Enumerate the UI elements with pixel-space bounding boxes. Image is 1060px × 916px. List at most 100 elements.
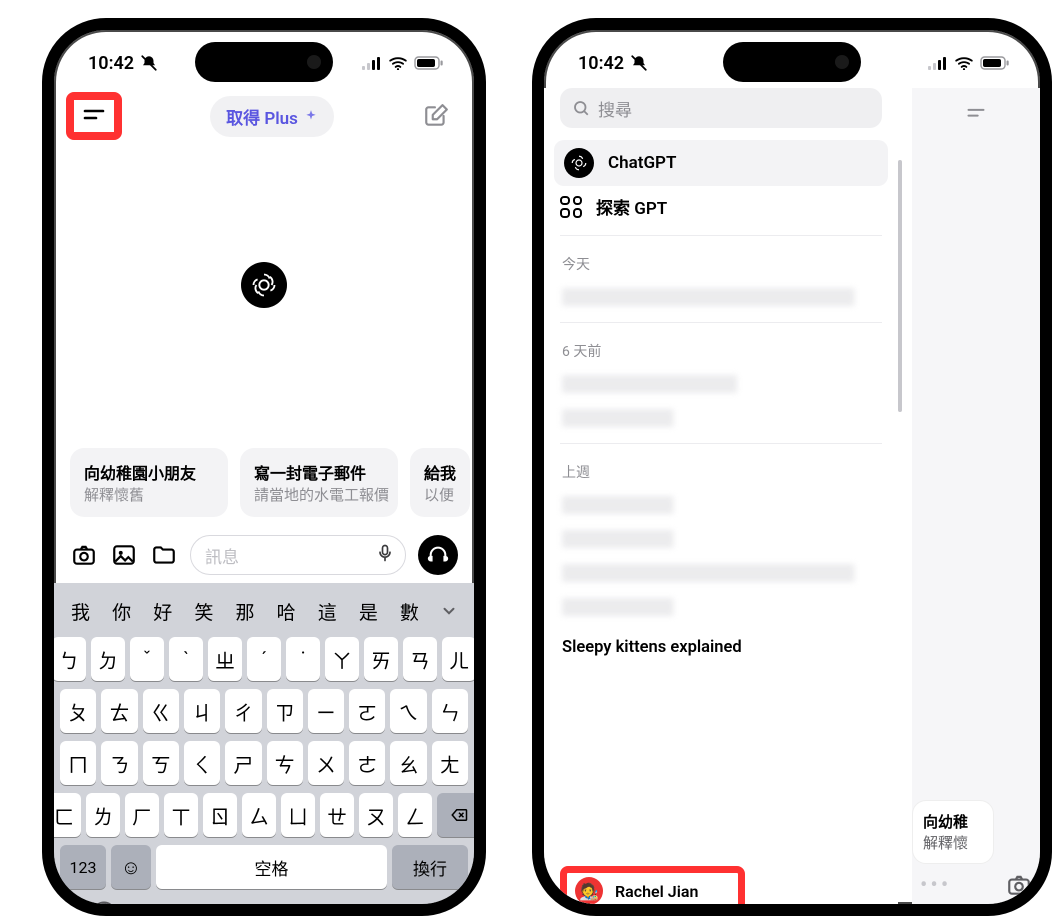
keyboard-key[interactable]: ㄊ — [101, 689, 137, 733]
voice-chat-button[interactable] — [418, 535, 458, 575]
prediction-bar: 我 你 好 笑 那 哈 這 是 數 — [58, 589, 470, 633]
keyboard-key[interactable]: ㄥ — [398, 793, 432, 837]
history-item-redacted[interactable] — [562, 530, 880, 548]
history-item-redacted[interactable] — [562, 375, 880, 393]
keyboard-key[interactable]: ㄌ — [86, 793, 120, 837]
keyboard-key[interactable]: ˙ — [286, 637, 320, 681]
keyboard-key[interactable]: ㄦ — [442, 637, 476, 681]
history-item-redacted[interactable] — [562, 598, 880, 616]
sidebar-item-explore-gpt[interactable]: 探索 GPT — [544, 186, 898, 227]
keyboard-key[interactable]: ˊ — [247, 637, 281, 681]
space-key[interactable]: 空格 — [156, 845, 387, 889]
keyboard-key[interactable]: ㄕ — [225, 741, 261, 785]
prediction-key[interactable]: 那 — [224, 598, 265, 625]
return-key[interactable]: 換行 — [392, 845, 468, 889]
keyboard-key[interactable]: ˋ — [169, 637, 203, 681]
search-input[interactable]: 搜尋 — [560, 88, 882, 128]
prediction-key[interactable]: 哈 — [266, 598, 307, 625]
prediction-key[interactable]: 你 — [101, 598, 142, 625]
keyboard-key[interactable]: ㄩ — [281, 793, 315, 837]
keyboard-key[interactable]: ㄔ — [225, 689, 261, 733]
keyboard-key[interactable]: ㄚ — [325, 637, 359, 681]
keyboard-key[interactable]: ㄑ — [184, 741, 220, 785]
more-icon[interactable]: ••• — [920, 873, 951, 898]
sidebar-item-chatgpt[interactable]: ChatGPT — [554, 140, 888, 186]
keyboard-key[interactable]: ㄆ — [60, 689, 96, 733]
suggestion-card[interactable]: 向幼稚園小朋友 解釋懷舊 — [70, 448, 228, 517]
prediction-key[interactable]: 數 — [389, 598, 430, 625]
keyboard-key[interactable]: ㄝ — [320, 793, 354, 837]
history-item-sleepy-kittens[interactable]: Sleepy kittens explained — [544, 632, 898, 667]
history-item-redacted[interactable] — [562, 409, 880, 427]
globe-icon[interactable] — [90, 899, 118, 916]
keyboard-key[interactable]: ㄇ — [60, 741, 96, 785]
keyboard-key[interactable]: ㄧ — [308, 689, 344, 733]
prediction-key[interactable]: 好 — [142, 598, 183, 625]
suggestion-card[interactable]: 給我 以便 — [410, 448, 470, 517]
keyboard-key[interactable]: ㄜ — [349, 741, 385, 785]
prediction-key[interactable]: 是 — [348, 598, 389, 625]
menu-button-highlighted[interactable] — [66, 92, 122, 140]
keyboard-key[interactable]: ㄓ — [208, 637, 242, 681]
keyboard-key[interactable]: ㄠ — [390, 741, 426, 785]
keyboard-key[interactable]: ㄒ — [164, 793, 198, 837]
section-header-today: 今天 — [544, 244, 898, 280]
keyboard-key[interactable]: ㄋ — [101, 741, 137, 785]
message-input[interactable]: 訊息 — [190, 535, 406, 575]
silent-icon — [140, 54, 158, 72]
compose-button[interactable] — [422, 102, 450, 130]
phone-right: 10:42 — [532, 18, 1052, 916]
prediction-key[interactable]: 這 — [307, 598, 348, 625]
prediction-key[interactable]: 笑 — [183, 598, 224, 625]
history-item-redacted[interactable] — [562, 496, 880, 514]
keyboard-key[interactable]: ㄘ — [267, 741, 303, 785]
keyboard-key[interactable]: ㄢ — [403, 637, 437, 681]
profile-button-highlighted[interactable]: 🧑‍🎨 Rachel Jian — [560, 866, 745, 904]
suggestion-card: 向幼稚 解釋懷 — [912, 800, 994, 864]
suggestion-title: 向幼稚園小朋友 — [84, 460, 214, 484]
folder-button[interactable] — [150, 541, 178, 569]
image-button[interactable] — [110, 541, 138, 569]
numbers-key[interactable]: 123 — [60, 845, 106, 889]
chevron-down-icon[interactable] — [430, 602, 468, 620]
get-plus-button[interactable]: 取得 Plus — [210, 96, 334, 137]
dynamic-island — [723, 42, 861, 82]
suggestion-card[interactable]: 寫一封電子郵件 請當地的水電工報價 — [240, 448, 398, 517]
suggestion-title: 向幼稚 — [923, 811, 983, 832]
keyboard-key[interactable]: ㄉ — [91, 637, 125, 681]
menu-icon[interactable] — [912, 104, 1040, 124]
emoji-key[interactable]: ☺ — [111, 845, 151, 889]
avatar-icon: 🧑‍🎨 — [575, 877, 603, 904]
keyboard-key[interactable]: ㄖ — [203, 793, 237, 837]
keyboard-key[interactable]: ㄛ — [349, 689, 385, 733]
keyboard-key[interactable]: ㄗ — [267, 689, 303, 733]
keyboard-key[interactable]: ㄙ — [242, 793, 276, 837]
battery-icon — [980, 56, 1010, 70]
keyboard-key[interactable]: ㄎ — [143, 741, 179, 785]
keyboard-key[interactable]: ㄟ — [390, 689, 426, 733]
delete-key[interactable] — [437, 793, 481, 837]
wifi-icon — [388, 56, 408, 70]
keyboard-key[interactable]: ㄨ — [308, 741, 344, 785]
search-icon — [572, 99, 590, 117]
history-item-redacted[interactable] — [562, 288, 880, 306]
keyboard-key[interactable]: ㄤ — [432, 741, 468, 785]
sidebar-item-label: 探索 GPT — [596, 194, 667, 219]
keyboard-key[interactable]: ㄡ — [359, 793, 393, 837]
prediction-key[interactable]: 我 — [60, 598, 101, 625]
history-item-redacted[interactable] — [562, 564, 880, 582]
keyboard-key[interactable]: ㄅ — [52, 637, 86, 681]
keyboard-key[interactable]: ˇ — [130, 637, 164, 681]
scroll-indicator — [898, 160, 902, 412]
keyboard-key[interactable]: ㄈ — [47, 793, 81, 837]
camera-button[interactable] — [70, 541, 98, 569]
keyboard-key[interactable]: ㄏ — [125, 793, 159, 837]
keyboard-key[interactable]: ㄞ — [364, 637, 398, 681]
microphone-icon[interactable] — [375, 543, 395, 568]
grid-icon — [560, 196, 582, 218]
keyboard-key[interactable]: ㄐ — [184, 689, 220, 733]
profile-name: Rachel Jian — [615, 882, 698, 901]
keyboard-key[interactable]: ㄣ — [432, 689, 468, 733]
status-time: 10:42 — [88, 53, 134, 74]
keyboard-key[interactable]: ㄍ — [143, 689, 179, 733]
